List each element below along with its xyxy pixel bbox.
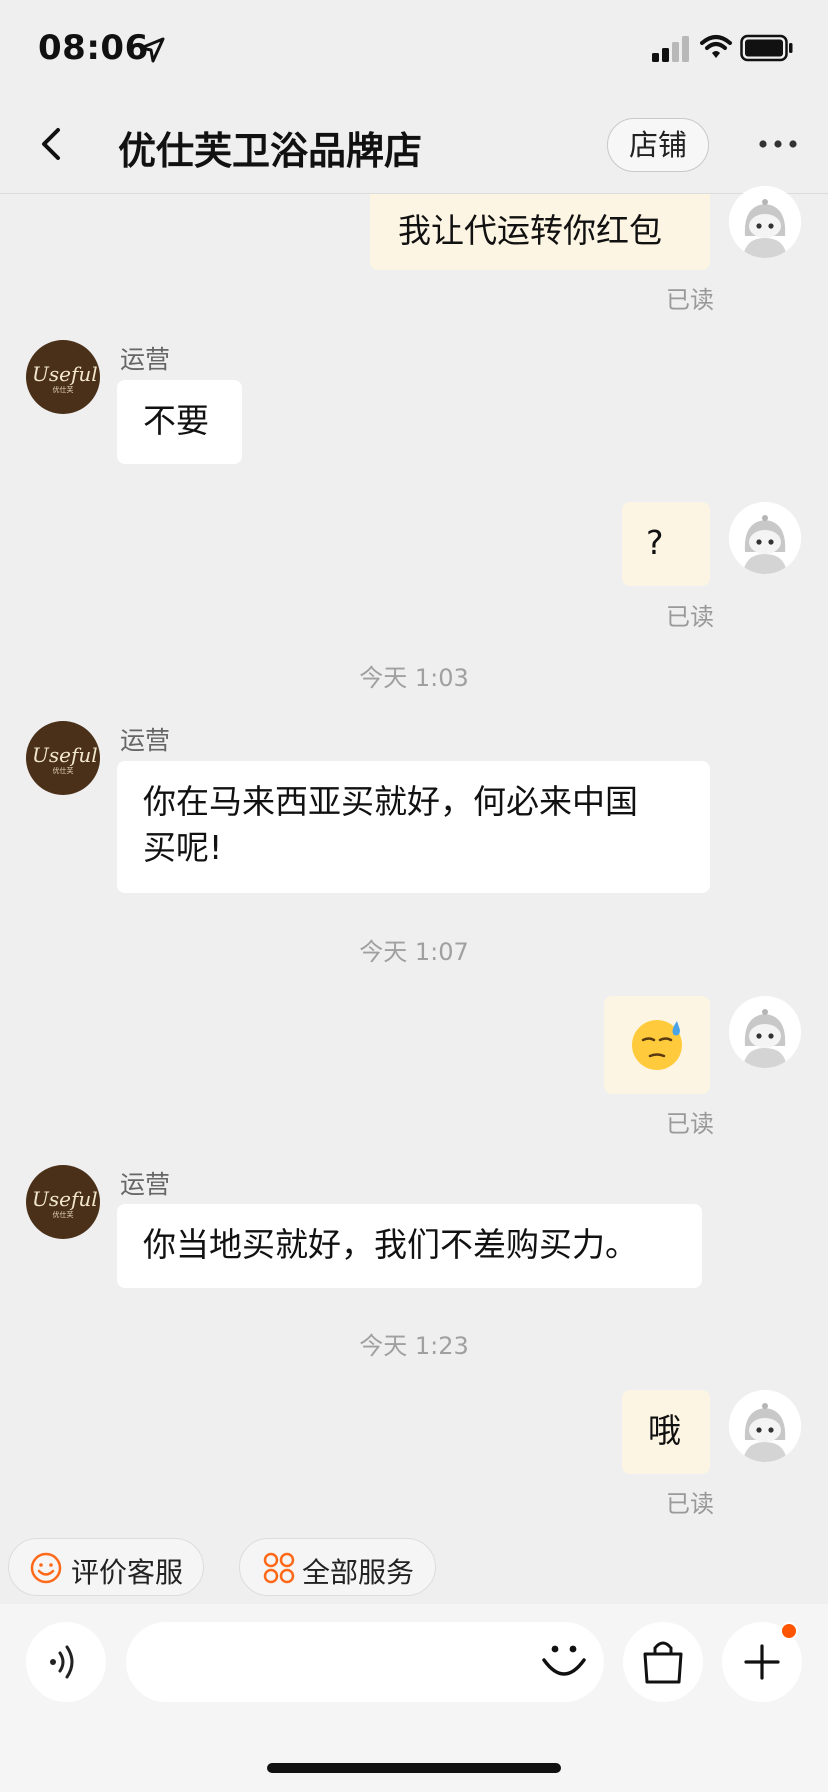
user-avatar-icon — [729, 996, 801, 1068]
shop-message-bubble[interactable]: 不要 — [117, 380, 242, 464]
shop-message-bubble[interactable]: 你在马来西亚买就好，何必来中国 买呢! — [117, 761, 710, 893]
message-text: 不要 — [143, 401, 209, 440]
battery-icon — [740, 34, 793, 62]
status-time: 08:06 — [38, 28, 149, 68]
read-status: 已读 — [666, 1490, 714, 1518]
message-text-line: 你在马来西亚买就好，何必来中国 — [143, 782, 638, 821]
shop-button[interactable]: 店铺 — [607, 118, 709, 172]
sender-name: 运营 — [120, 726, 171, 755]
my-avatar[interactable] — [729, 996, 801, 1068]
sender-name: 运营 — [120, 345, 171, 374]
chip-label: 评价客服 — [71, 1556, 184, 1589]
shop-avatar[interactable]: Useful 优仕芙 — [26, 340, 100, 414]
sender-name: 运营 — [120, 1170, 171, 1199]
my-message-bubble[interactable]: 哦 — [622, 1390, 710, 1474]
my-message-bubble[interactable]: 我让代运转你红包 — [370, 194, 710, 270]
chip-label: 全部服务 — [302, 1556, 415, 1589]
shop-logo-subtext: 优仕芙 — [52, 1211, 74, 1219]
more-icon[interactable] — [758, 138, 798, 150]
voice-icon — [50, 1645, 74, 1679]
read-status: 已读 — [666, 603, 714, 631]
timestamp: 今天 1:03 — [359, 664, 469, 692]
user-avatar-icon — [729, 186, 801, 258]
timestamp: 今天 1:07 — [359, 938, 469, 966]
my-message-bubble[interactable] — [604, 996, 710, 1094]
shop-logo-subtext: 优仕芙 — [52, 386, 74, 394]
shop-avatar[interactable]: Useful 优仕芙 — [26, 721, 100, 795]
all-services-chip[interactable]: 全部服务 — [239, 1538, 436, 1596]
cellular-signal-icon — [652, 36, 689, 62]
read-status: 已读 — [666, 1110, 714, 1138]
sweat-emoji-icon — [632, 1020, 682, 1070]
my-message-bubble[interactable]: ? — [622, 502, 710, 586]
wifi-icon — [700, 35, 732, 58]
home-indicator — [267, 1763, 561, 1773]
read-status: 已读 — [666, 286, 714, 314]
services-grid-icon — [263, 1552, 295, 1584]
notification-dot — [780, 1622, 798, 1640]
shop-logo-text: Useful — [32, 1187, 98, 1211]
user-avatar-icon — [729, 502, 801, 574]
shop-logo-text: Useful — [32, 743, 98, 767]
timestamp: 今天 1:23 — [359, 1332, 469, 1360]
shop-logo-subtext: 优仕芙 — [52, 767, 74, 775]
voice-button[interactable] — [26, 1622, 106, 1702]
message-input[interactable] — [126, 1622, 604, 1702]
rate-service-chip[interactable]: 评价客服 — [8, 1538, 204, 1596]
shop-logo-text: Useful — [32, 362, 98, 386]
emoji-icon[interactable] — [538, 1636, 590, 1688]
user-avatar-icon — [729, 1390, 801, 1462]
message-text: 哦 — [648, 1411, 681, 1450]
shopping-bag-button[interactable] — [623, 1622, 703, 1702]
message-text: 我让代运转你红包 — [398, 211, 662, 250]
shop-avatar[interactable]: Useful 优仕芙 — [26, 1165, 100, 1239]
my-avatar[interactable] — [729, 1390, 801, 1462]
chat-header: 优仕芙卫浴品牌店 店铺 — [0, 96, 828, 194]
back-icon[interactable] — [36, 122, 68, 166]
my-avatar[interactable] — [729, 502, 801, 574]
shopping-bag-icon — [643, 1641, 683, 1684]
location-arrow-icon — [139, 37, 165, 63]
smiley-icon — [30, 1552, 62, 1584]
status-bar: 08:06 — [0, 0, 828, 96]
shop-title: 优仕芙卫浴品牌店 — [118, 129, 423, 173]
message-text: ? — [646, 523, 664, 562]
shop-message-bubble[interactable]: 你当地买就好，我们不差购买力。 — [117, 1204, 702, 1288]
message-text: 你当地买就好，我们不差购买力。 — [143, 1225, 638, 1264]
message-text-line: 买呢! — [143, 828, 223, 867]
my-avatar[interactable] — [729, 186, 801, 258]
